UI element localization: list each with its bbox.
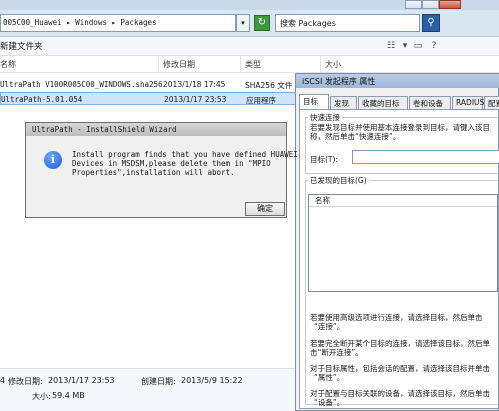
file-row[interactable]: UltraPath V100R005C00_WINDOWS.sha256 201… [0, 78, 310, 91]
address-bar[interactable]: 005C00_Huawei ▸ Windows ▸ Packages [0, 14, 236, 32]
toolbar: 新建文件夹 ☷ ▾ ▭ ? [0, 37, 499, 56]
target-label: 目标(T): [310, 155, 338, 164]
title-bar [0, 0, 499, 10]
installshield-message-dialog: UltraPath - InstallShield Wizard i Insta… [25, 122, 298, 218]
quick-connect-text-line2: 称，然后单击“快速连接”。 [310, 132, 401, 141]
tab-discovery[interactable]: 发现 [330, 96, 357, 109]
search-placeholder: 搜索 Packages [280, 19, 336, 28]
help-connect-line2: “连接”。 [314, 322, 345, 331]
created-label: 创建日期: [141, 377, 176, 386]
new-folder-button[interactable]: 新建文件夹 [0, 40, 43, 52]
file-name: UltraPath-5.01.054 [1, 95, 83, 104]
list-header: 名称 [309, 195, 497, 207]
search-input[interactable]: 搜索 Packages [275, 14, 420, 32]
tab-targets[interactable]: 目标 [299, 94, 329, 110]
column-name[interactable]: 名称 [0, 59, 16, 70]
view-dropdown-icon[interactable]: ▾ [398, 39, 412, 53]
size-value: 59.4 MB [52, 391, 85, 400]
list-column-name[interactable]: 名称 [315, 196, 330, 205]
tab-favorite-targets[interactable]: 收藏的目标 [358, 96, 408, 109]
column-size[interactable]: 大小 [325, 59, 341, 70]
file-date: 2013/1/17 23:53 [164, 95, 227, 104]
column-divider[interactable] [320, 56, 321, 73]
help-disconnect-line1: 若要完全断开某个目标的连接，请选择该目标，然后单 [310, 339, 490, 348]
dialog-title: iSCSI 发起程序 属性 [296, 74, 499, 88]
address-text: 005C00_Huawei ▸ Windows ▸ Packages [3, 18, 157, 27]
modified-value: 2013/1/17 23:53 [48, 376, 115, 385]
tab-radius[interactable]: RADIUS [452, 96, 484, 109]
column-headers: 名称 修改日期 类型 大小 [0, 56, 499, 73]
discovered-targets-title: 已发现的目标(G) [308, 175, 369, 186]
file-row-selected[interactable]: UltraPath-5.01.054 2013/1/17 23:53 应用程序 [0, 92, 310, 105]
minimize-button[interactable] [405, 0, 422, 9]
help-icon[interactable]: ? [427, 39, 441, 53]
file-type: 应用程序 [246, 96, 276, 105]
file-date: 2013/1/18 17:45 [163, 80, 226, 89]
quick-connect-text-line1: 若要发现目标并使用基本连接登录到目标，请键入该目 [310, 123, 490, 132]
tab-volumes-devices[interactable]: 卷和设备 [409, 96, 451, 109]
iscsi-properties-dialog: iSCSI 发起程序 属性 目标 发现 收藏的目标 卷和设备 RADIUS 配置… [295, 73, 499, 411]
file-name: UltraPath V100R005C00_WINDOWS.sha256 [0, 80, 163, 89]
ok-button[interactable]: 确定 [245, 202, 285, 216]
column-divider[interactable] [240, 56, 241, 73]
modified-label: 修改日期: [8, 377, 43, 386]
column-divider[interactable] [158, 56, 159, 73]
help-disconnect-line2: 击“断开连接”。 [310, 348, 363, 357]
close-button[interactable] [439, 0, 461, 9]
help-devices-line1: 对于配置与目标关联的设备，请选择该目标，然后单击 [310, 389, 490, 398]
column-date[interactable]: 修改日期 [163, 59, 195, 70]
tab-configuration[interactable]: 配置 [484, 96, 499, 109]
preview-pane-icon[interactable]: ▭ [411, 39, 425, 53]
details-pane: 4 修改日期: 2013/1/17 23:53 创建日期: 2013/5/9 1… [0, 368, 310, 411]
help-properties-line2: “属性”。 [314, 373, 345, 382]
help-connect-line1: 若要使用高级选项进行连接，请选择目标，然后单击 [310, 313, 483, 322]
column-type[interactable]: 类型 [245, 59, 261, 70]
refresh-icon[interactable]: ↻ [254, 15, 270, 31]
item-count: 4 [0, 376, 6, 385]
discovered-targets-list[interactable]: 名称 [308, 194, 498, 292]
created-value: 2013/5/9 15:22 [181, 376, 243, 385]
maximize-button[interactable] [422, 0, 439, 9]
help-properties-line1: 对于目标属性，包括会话的配置，请选择该目标并单击 [310, 364, 490, 373]
information-icon: i [44, 151, 62, 169]
message-text: Install program finds that you have defi… [72, 150, 298, 177]
file-type: SHA256 文件 [245, 81, 293, 90]
quick-connect-title: 快速连接 [308, 112, 342, 123]
address-dropdown-button[interactable]: ▾ [236, 14, 250, 32]
view-icon[interactable]: ☷ [384, 39, 398, 53]
target-input[interactable] [352, 150, 499, 164]
search-icon[interactable]: ⚲ [422, 14, 440, 32]
help-devices-line2: “设备”。 [314, 398, 345, 407]
message-title: UltraPath - InstallShield Wizard [26, 123, 286, 136]
size-label: 大小: [32, 392, 51, 401]
